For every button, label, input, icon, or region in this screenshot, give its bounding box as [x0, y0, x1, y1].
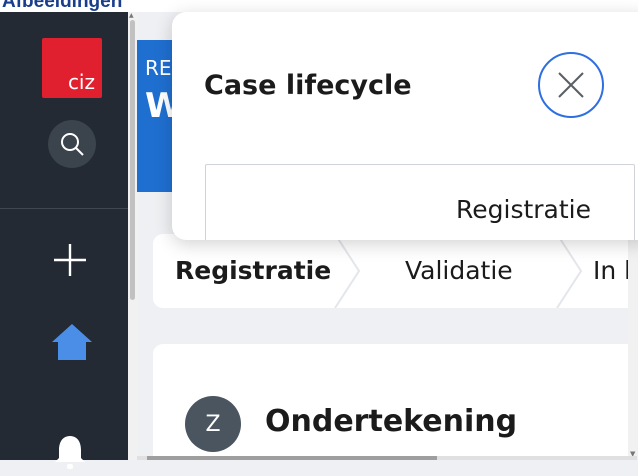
- popup-step-box: Registratie: [205, 164, 635, 240]
- plus-icon: [54, 244, 86, 276]
- sidebar-scrollbar[interactable]: ▲: [128, 12, 137, 460]
- window-caption: Afbeeldingen: [0, 0, 638, 12]
- sidebar-scroll-thumb[interactable]: [130, 20, 135, 300]
- horizontal-scrollbar[interactable]: [137, 456, 637, 460]
- lifecycle-stepper: Registratie Validatie In b: [153, 234, 638, 308]
- home-button[interactable]: [50, 322, 94, 362]
- search-icon: [61, 133, 84, 156]
- popup-title: Case lifecycle: [204, 70, 412, 101]
- popup-current-step: Registratie: [456, 195, 591, 224]
- horizontal-scroll-thumb[interactable]: [147, 456, 437, 460]
- logo-text: ciz: [67, 70, 95, 94]
- search-button[interactable]: [48, 120, 96, 168]
- step-validatie[interactable]: Validatie: [405, 256, 513, 285]
- avatar: Z: [185, 396, 241, 452]
- add-button[interactable]: [50, 240, 90, 280]
- scroll-up-arrow[interactable]: ▲: [129, 12, 134, 19]
- step-separator-chevron: [334, 234, 361, 308]
- step-separator-chevron: [556, 234, 583, 308]
- main-scrollbar[interactable]: ▼: [628, 224, 638, 460]
- sidebar: ciz: [0, 12, 128, 469]
- home-icon: [52, 324, 92, 360]
- signature-card: Z Ondertekening: [153, 344, 638, 460]
- sidebar-divider: [0, 208, 128, 209]
- step-registratie[interactable]: Registratie: [175, 256, 331, 285]
- ciz-logo[interactable]: ciz: [42, 38, 102, 98]
- close-icon: [558, 72, 584, 98]
- notifications-button[interactable]: [50, 432, 90, 472]
- card-title: Ondertekening: [265, 404, 518, 439]
- close-button[interactable]: [538, 52, 604, 118]
- breadcrumb[interactable]: RE: [145, 56, 172, 80]
- bell-icon: [55, 436, 85, 469]
- case-lifecycle-popup: Case lifecycle Registratie: [172, 12, 638, 240]
